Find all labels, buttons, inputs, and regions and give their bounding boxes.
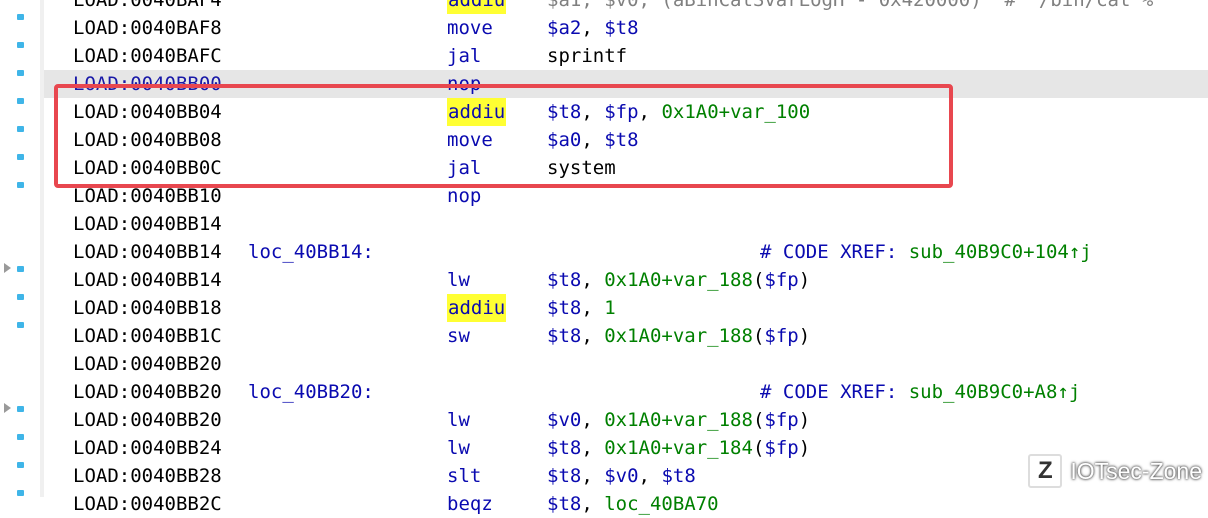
code-marker-icon[interactable] <box>17 98 24 104</box>
operands[interactable]: $v0, 0x1A0+var_188($fp) <box>547 406 810 434</box>
address[interactable]: LOAD:0040BB14 <box>73 210 222 238</box>
disassembly-row[interactable]: LOAD:0040BB18 addiu $t8, 1 <box>44 294 1208 322</box>
mnemonic[interactable]: jal <box>447 42 481 70</box>
xref-comment[interactable]: # CODE XREF: sub_40B9C0+A8↑j <box>760 378 1080 406</box>
address[interactable]: LOAD:0040BB14 <box>73 238 222 266</box>
code-marker-icon[interactable] <box>17 42 24 48</box>
xref-arrow-icon <box>4 403 11 413</box>
xref-arrow-icon <box>4 263 11 273</box>
annotation-highlight-box <box>54 84 953 188</box>
address[interactable]: LOAD:0040BB2C <box>73 490 222 518</box>
operands[interactable]: $t8, 0x1A0+var_188($fp) <box>547 322 810 350</box>
disassembly-row[interactable]: LOAD:0040BB1C sw $t8, 0x1A0+var_188($fp) <box>44 322 1208 350</box>
disassembly-row[interactable]: LOAD:0040BAFC jal sprintf <box>44 42 1208 70</box>
operands[interactable]: $t8, 1 <box>547 294 616 322</box>
mnemonic[interactable]: slt <box>447 462 481 490</box>
code-marker-icon[interactable] <box>17 70 24 76</box>
watermark-text: IOTsec-Zone <box>1070 457 1202 484</box>
code-marker-icon[interactable] <box>17 434 24 440</box>
address[interactable]: LOAD:0040BB28 <box>73 462 222 490</box>
disassembly-row[interactable]: LOAD:0040BB14 <box>44 210 1208 238</box>
code-marker-icon[interactable] <box>17 14 24 20</box>
mnemonic[interactable]: lw <box>447 266 470 294</box>
mnemonic[interactable]: addiu <box>447 0 507 14</box>
address[interactable]: LOAD:0040BB20 <box>73 406 222 434</box>
operands[interactable]: $t8, 0x1A0+var_188($fp) <box>547 266 810 294</box>
operands[interactable]: $t8, $v0, $t8 <box>547 462 696 490</box>
address[interactable]: LOAD:0040BAF4 <box>73 0 222 14</box>
code-marker-icon[interactable] <box>17 154 24 160</box>
disassembly-row[interactable]: LOAD:0040BAF8 move $a2, $t8 <box>44 14 1208 42</box>
address[interactable]: LOAD:0040BB14 <box>73 266 222 294</box>
watermark-logo: Z <box>1028 454 1063 488</box>
mnemonic[interactable]: addiu <box>447 294 507 322</box>
address[interactable]: LOAD:0040BAF8 <box>73 14 222 42</box>
code-marker-icon[interactable] <box>17 462 24 468</box>
operands[interactable]: $a2, $t8 <box>547 14 639 42</box>
address[interactable]: LOAD:0040BB20 <box>73 378 222 406</box>
code-label[interactable]: loc_40BB20: <box>248 378 374 406</box>
mnemonic[interactable]: sw <box>447 322 470 350</box>
operands[interactable]: sprintf <box>547 42 627 70</box>
xref-comment[interactable]: # CODE XREF: sub_40B9C0+104↑j <box>760 238 1092 266</box>
disassembly-row[interactable]: LOAD:0040BB20 loc_40BB20: # CODE XREF: sub… <box>44 378 1208 406</box>
operands[interactable]: $t8, 0x1A0+var_184($fp) <box>547 434 810 462</box>
address[interactable]: LOAD:0040BB24 <box>73 434 222 462</box>
code-marker-icon[interactable] <box>17 182 24 188</box>
code-marker-icon[interactable] <box>17 294 24 300</box>
code-marker-icon[interactable] <box>17 490 24 496</box>
code-marker-icon[interactable] <box>17 126 24 132</box>
operands[interactable]: $t8, loc_40BA70 <box>547 490 719 518</box>
mnemonic[interactable]: beqz <box>447 490 493 518</box>
address[interactable]: LOAD:0040BB1C <box>73 322 222 350</box>
disassembly-row[interactable]: LOAD:0040BB14 loc_40BB14: # CODE XREF: sub… <box>44 238 1208 266</box>
watermark: Z IOTsec-Zone <box>1028 453 1202 489</box>
disassembly-row[interactable]: LOAD:0040BB14 lw $t8, 0x1A0+var_188($fp) <box>44 266 1208 294</box>
disassembly-row[interactable]: LOAD:0040BB20 <box>44 350 1208 378</box>
address[interactable]: LOAD:0040BB18 <box>73 294 222 322</box>
address[interactable]: LOAD:0040BAFC <box>73 42 222 70</box>
code-marker-icon[interactable] <box>17 406 24 412</box>
mnemonic[interactable]: lw <box>447 434 470 462</box>
code-marker-icon[interactable] <box>17 322 24 328</box>
disassembly-row[interactable]: LOAD:0040BB20 lw $v0, 0x1A0+var_188($fp) <box>44 406 1208 434</box>
disassembly-row[interactable]: LOAD:0040BB2C beqz $t8, loc_40BA70 <box>44 490 1208 518</box>
mnemonic[interactable]: lw <box>447 406 470 434</box>
code-marker-icon[interactable] <box>17 266 24 272</box>
operands[interactable]: $a1, $v0, (aBinCatSvarLogH - 0x420000) #… <box>547 0 1153 14</box>
address[interactable]: LOAD:0040BB20 <box>73 350 222 378</box>
disassembly-row[interactable]: LOAD:0040BAF4 addiu $a1, $v0, (aBinCatSvar… <box>44 0 1208 14</box>
mnemonic[interactable]: move <box>447 14 493 42</box>
code-label[interactable]: loc_40BB14: <box>248 238 374 266</box>
